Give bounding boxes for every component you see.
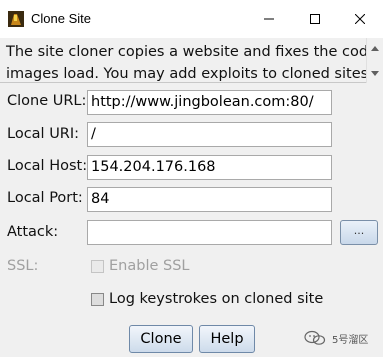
description-line-2: images load. You may add exploits to clo… [6, 66, 366, 82]
close-icon [355, 14, 365, 24]
description-scrollbar[interactable] [366, 38, 383, 83]
description-text-area[interactable]: The site cloner copies a website and fix… [0, 38, 366, 83]
enable-ssl-checkbox[interactable] [91, 259, 104, 273]
local-host-label: Local Host: [7, 158, 88, 174]
close-button[interactable] [337, 0, 383, 38]
chevron-down-icon [371, 70, 379, 76]
local-port-label: Local Port: [7, 190, 83, 206]
window-title: Clone Site [31, 11, 91, 26]
log-keystrokes-row: Log keystrokes on cloned site [91, 291, 323, 307]
scroll-up-arrow[interactable] [367, 40, 383, 56]
title-bar: Clone Site [0, 0, 383, 38]
enable-ssl-row: Enable SSL [91, 258, 190, 274]
watermark-text: 5号溜区 [332, 334, 369, 346]
attack-label: Attack: [7, 224, 59, 240]
minimize-button[interactable] [246, 0, 292, 38]
chevron-up-icon [371, 45, 379, 51]
help-button[interactable]: Help [199, 325, 255, 353]
attack-browse-button[interactable]: ... [340, 220, 378, 245]
clone-url-input[interactable]: http://www.jingbolean.com:80/ [87, 90, 332, 115]
minimize-icon [264, 18, 274, 20]
clone-url-label: Clone URL: [7, 93, 87, 109]
wechat-icon [304, 330, 326, 345]
local-uri-input[interactable]: / [87, 122, 332, 147]
clone-button[interactable]: Clone [129, 325, 193, 353]
local-uri-label: Local URI: [7, 126, 80, 142]
app-icon [8, 11, 24, 27]
local-port-input[interactable]: 84 [87, 187, 332, 212]
log-keystrokes-checkbox[interactable] [91, 292, 104, 306]
log-keystrokes-label: Log keystrokes on cloned site [109, 291, 324, 307]
maximize-icon [310, 14, 320, 24]
description-line-1: The site cloner copies a website and fix… [6, 44, 366, 60]
local-host-input[interactable]: 154.204.176.168 [87, 155, 332, 180]
watermark: 5号溜区 [304, 330, 368, 346]
ssl-label: SSL: [7, 258, 39, 274]
maximize-button[interactable] [292, 0, 338, 38]
attack-input[interactable] [87, 220, 332, 245]
enable-ssl-label: Enable SSL [109, 258, 190, 274]
scroll-down-arrow[interactable] [367, 65, 383, 81]
